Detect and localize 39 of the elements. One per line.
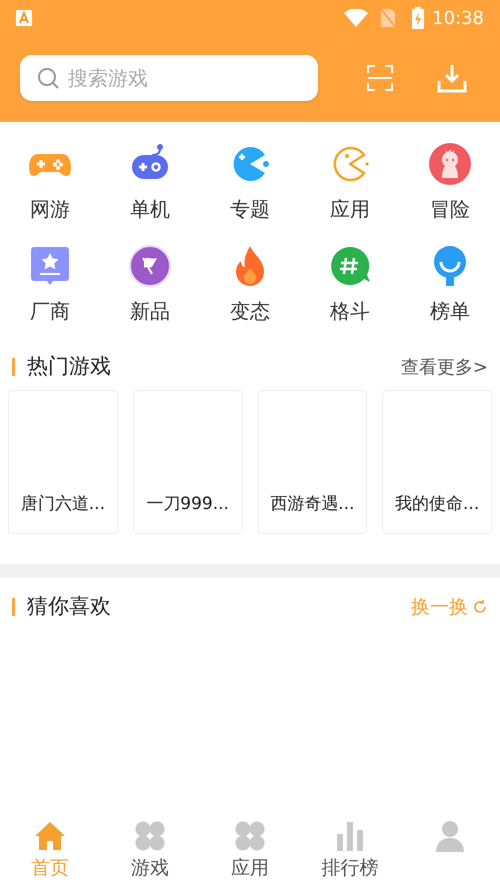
grid-icon xyxy=(134,820,166,852)
refresh-icon xyxy=(472,599,488,615)
mascot-icon xyxy=(428,142,472,186)
download-icon xyxy=(437,63,467,93)
more-link[interactable]: 查看更多> xyxy=(400,354,488,380)
home-icon xyxy=(34,820,66,852)
hash-bubble-icon xyxy=(328,244,372,288)
search-field[interactable]: 搜索游戏 xyxy=(68,63,302,93)
category-item[interactable]: 新品 xyxy=(100,244,200,324)
no-sim-icon xyxy=(380,8,396,28)
grid-icon xyxy=(234,820,266,852)
nav-tab[interactable]: 应用 xyxy=(200,816,300,888)
game-card[interactable]: 我的使命... xyxy=(382,390,492,534)
category-item[interactable]: 单机 xyxy=(100,142,200,222)
search-bar[interactable]: 搜索游戏 xyxy=(20,55,318,101)
category-item[interactable]: 专题 xyxy=(200,142,300,222)
scan-icon xyxy=(366,64,394,92)
search-icon xyxy=(36,66,60,90)
person-icon xyxy=(434,820,466,852)
nav-tab[interactable]: 排行榜 xyxy=(300,816,400,888)
category-item[interactable]: 网游 xyxy=(0,142,100,222)
category-item[interactable]: 格斗 xyxy=(300,244,400,324)
flag-icon xyxy=(128,244,172,288)
battery-icon xyxy=(412,7,424,29)
wifi-icon xyxy=(344,9,368,27)
category-item[interactable]: 应用 xyxy=(300,142,400,222)
category-item[interactable]: 冒险 xyxy=(400,142,500,222)
category-item[interactable]: 厂商 xyxy=(0,244,100,324)
nav-tab[interactable]: 游戏 xyxy=(100,816,200,888)
game-card[interactable]: 唐门六道... xyxy=(8,390,118,534)
status-time: 10:38 xyxy=(432,6,484,30)
game-card[interactable]: 西游奇遇... xyxy=(258,390,368,534)
app-notification-icon xyxy=(16,10,32,26)
category-item[interactable]: 变态 xyxy=(200,244,300,324)
bar-chart-icon xyxy=(334,820,366,852)
game-card[interactable]: 一刀999... xyxy=(132,390,242,534)
section-title: 热门游戏 xyxy=(27,353,111,380)
section-title: 猜你喜欢 xyxy=(27,593,111,620)
category-item[interactable]: 榜单 xyxy=(400,244,500,324)
